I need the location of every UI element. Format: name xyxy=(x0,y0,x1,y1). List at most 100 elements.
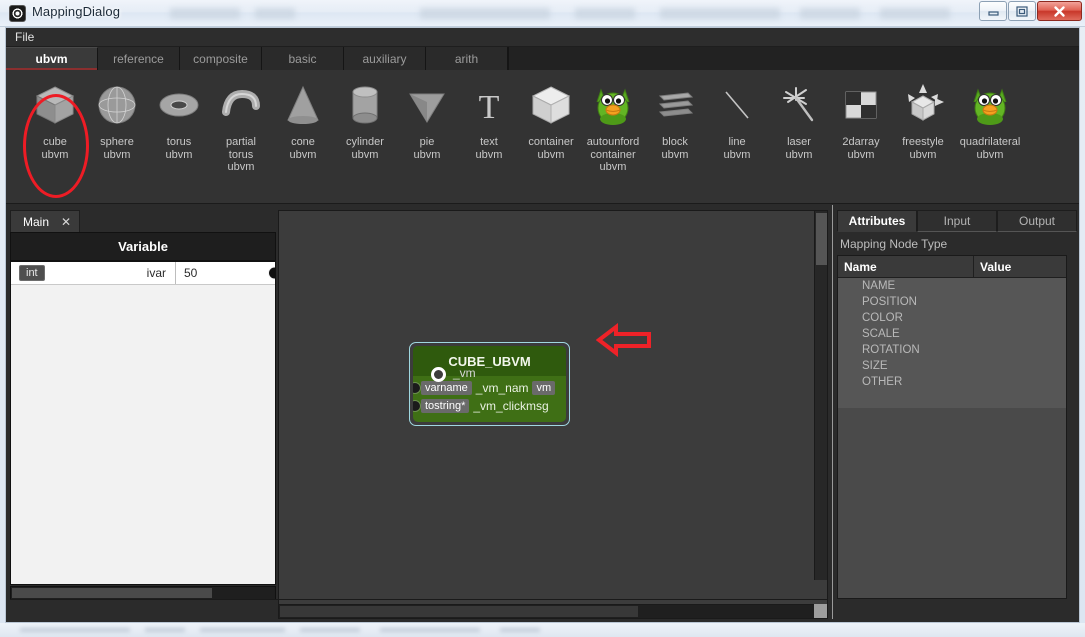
palette-item-autounford-container-ubvm[interactable]: autounford container ubvm xyxy=(582,76,644,174)
node-output-port[interactable] xyxy=(431,367,446,382)
canvas-horizontal-scrollbar[interactable] xyxy=(279,604,827,618)
annotation-arrow-left xyxy=(595,322,652,358)
node-cube-ubvm[interactable]: CUBE_UBVM varname _vm_nam vm tostring* _… xyxy=(409,342,570,426)
cylinder-icon xyxy=(342,76,388,134)
close-icon[interactable]: ✕ xyxy=(61,215,71,229)
node-input-port[interactable] xyxy=(413,382,421,394)
palette-tab-auxiliary[interactable]: auxiliary xyxy=(344,47,426,70)
attribute-name: NAME xyxy=(862,280,896,292)
attribute-name: SCALE xyxy=(862,328,900,340)
table-row[interactable]: ROTATION xyxy=(838,342,1066,358)
table-row[interactable]: SCALE xyxy=(838,326,1066,342)
tab-attributes[interactable]: Attributes xyxy=(837,210,917,232)
palette-item-block-ubvm[interactable]: block ubvm xyxy=(644,76,706,161)
palette-tab-label: arith xyxy=(454,51,479,66)
variable-value[interactable]: 50 xyxy=(175,262,275,284)
node-port-text: _vm_nam xyxy=(475,381,529,395)
palette-tab-arith[interactable]: arith xyxy=(426,47,508,70)
palette-tab-label: ubvm xyxy=(35,52,68,66)
close-button[interactable] xyxy=(1037,1,1082,21)
palette-item-partial-torus-ubvm[interactable]: partial torus ubvm xyxy=(210,76,272,174)
window-controls xyxy=(978,1,1082,21)
palette-item-label: laser ubvm xyxy=(785,136,813,161)
palette-item-freestyle-ubvm[interactable]: freestyle ubvm xyxy=(892,76,954,161)
menu-file[interactable]: File xyxy=(15,30,34,44)
palette-item-sphere-ubvm[interactable]: sphere ubvm xyxy=(86,76,148,161)
node-output-label: _vm xyxy=(453,366,476,380)
attribute-name: POSITION xyxy=(862,296,917,308)
scrollbar-thumb[interactable] xyxy=(816,213,827,265)
palette-item-torus-ubvm[interactable]: torus ubvm xyxy=(148,76,210,161)
canvas-surface[interactable]: CUBE_UBVM varname _vm_nam vm tostring* _… xyxy=(279,211,827,618)
scrollbar-corner xyxy=(814,604,827,618)
table-row[interactable]: SIZE xyxy=(838,358,1066,374)
text-icon: T xyxy=(466,76,512,134)
column-header-value: Value xyxy=(974,256,1066,278)
node-port-row[interactable]: varname _vm_nam vm xyxy=(413,380,560,396)
duck-icon xyxy=(590,76,636,134)
palette-item-laser-ubvm[interactable]: laser ubvm xyxy=(768,76,830,161)
palette-item-label: cylinder ubvm xyxy=(346,136,384,161)
variable-pane: Main ✕ Variable int ivar 50 xyxy=(10,210,276,619)
laser-icon xyxy=(776,76,822,134)
tab-main[interactable]: Main ✕ xyxy=(10,210,81,232)
pie-icon xyxy=(404,76,450,134)
palette-item-label: partial torus ubvm xyxy=(226,136,256,173)
palette-item-2darray-ubvm[interactable]: 2darray ubvm xyxy=(830,76,892,161)
node-graph-canvas[interactable]: CUBE_UBVM varname _vm_nam vm tostring* _… xyxy=(278,210,828,619)
node-inner: CUBE_UBVM varname _vm_nam vm tostring* _… xyxy=(413,346,566,422)
node-input-port[interactable] xyxy=(413,400,421,412)
variable-output-port[interactable] xyxy=(268,266,275,280)
palette-tab-composite[interactable]: composite xyxy=(180,47,262,70)
variable-table[interactable]: int ivar 50 xyxy=(10,261,276,585)
tab-output[interactable]: Output xyxy=(997,210,1077,232)
palette-item-pie-ubvm[interactable]: pie ubvm xyxy=(396,76,458,161)
duck-icon xyxy=(967,76,1013,134)
attributes-subtitle: Mapping Node Type xyxy=(840,237,948,251)
table-row[interactable]: int ivar 50 xyxy=(11,262,275,285)
tab-main-label: Main xyxy=(23,214,50,229)
palette-item-label: pie ubvm xyxy=(413,136,441,161)
attributes-pane: Attributes Input Output Mapping Node Typ… xyxy=(837,210,1077,619)
palette-item-cylinder-ubvm[interactable]: cylinder ubvm xyxy=(334,76,396,161)
attributes-empty-space xyxy=(838,408,1066,598)
svg-text:T: T xyxy=(479,89,500,126)
scrollbar-thumb[interactable] xyxy=(280,606,638,617)
table-row[interactable]: COLOR xyxy=(838,310,1066,326)
node-port-chip-secondary: vm xyxy=(532,381,556,395)
pane-divider xyxy=(832,205,833,619)
palette-item-line-ubvm[interactable]: line ubvm xyxy=(706,76,768,161)
partial-torus-icon xyxy=(218,76,264,134)
palette-item-container-ubvm[interactable]: container ubvm xyxy=(520,76,582,161)
variable-horizontal-scrollbar[interactable] xyxy=(10,586,276,600)
node-port-row[interactable]: tostring* _vm_clickmsg xyxy=(413,398,560,414)
palette-tab-reference[interactable]: reference xyxy=(98,47,180,70)
maximize-button[interactable] xyxy=(1008,1,1036,21)
attribute-name: SIZE xyxy=(862,360,888,372)
canvas-vertical-scrollbar[interactable] xyxy=(814,211,827,580)
table-row[interactable]: OTHER xyxy=(838,374,1066,390)
palette-item-text-ubvm[interactable]: T text ubvm xyxy=(458,76,520,161)
tab-label: Output xyxy=(1018,214,1056,228)
palette-item-label: sphere ubvm xyxy=(100,136,134,161)
table-row[interactable]: POSITION xyxy=(838,294,1066,310)
palette-tab-ubvm[interactable]: ubvm xyxy=(6,47,98,70)
attribute-name: COLOR xyxy=(862,312,903,324)
attributes-table-header: Name Value xyxy=(838,256,1066,278)
palette-tab-filler xyxy=(508,47,1079,70)
scrollbar-thumb[interactable] xyxy=(12,588,212,598)
menu-bar: File xyxy=(6,28,1079,47)
minimize-button[interactable] xyxy=(979,1,1007,21)
palette-item-cone-ubvm[interactable]: cone ubvm xyxy=(272,76,334,161)
palette-tab-label: composite xyxy=(193,51,248,66)
attributes-table[interactable]: Name Value NAME POSITION COLOR SCALE ROT… xyxy=(837,255,1067,599)
node-port-text: _vm_clickmsg xyxy=(473,399,549,413)
table-row[interactable]: NAME xyxy=(838,278,1066,294)
palette-item-quadrilateral-ubvm[interactable]: quadrilateral ubvm xyxy=(954,76,1026,161)
mapping-dialog-window: MappingDialog File ubvm reference compos… xyxy=(0,0,1085,637)
palette-tab-basic[interactable]: basic xyxy=(262,47,344,70)
palette-item-cube-ubvm[interactable]: cube ubvm xyxy=(24,76,86,161)
palette-tab-label: reference xyxy=(113,51,164,66)
palette-item-label: freestyle ubvm xyxy=(902,136,944,161)
tab-input[interactable]: Input xyxy=(917,210,997,232)
